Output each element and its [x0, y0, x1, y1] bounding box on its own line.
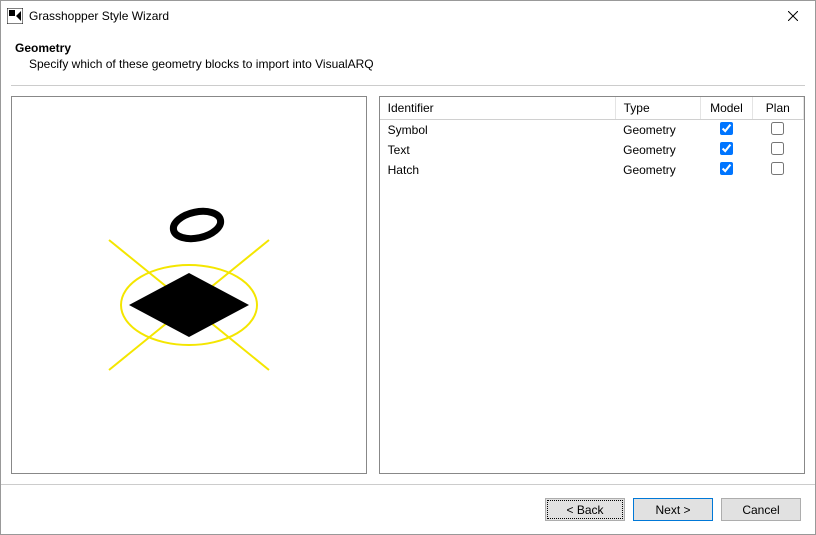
- cell-identifier: Symbol: [380, 120, 615, 141]
- table-header-row: Identifier Type Model Plan: [380, 97, 804, 120]
- header: Geometry Specify which of these geometry…: [1, 31, 815, 81]
- cell-type: Geometry: [615, 120, 701, 141]
- preview-graphic: [12, 97, 366, 473]
- table-row: Text Geometry: [380, 140, 804, 160]
- page-subtitle: Specify which of these geometry blocks t…: [15, 57, 799, 71]
- page-title: Geometry: [15, 41, 799, 55]
- content-area: Identifier Type Model Plan Symbol Geomet…: [1, 86, 815, 474]
- cell-type: Geometry: [615, 160, 701, 180]
- table-row: Hatch Geometry: [380, 160, 804, 180]
- cell-type: Geometry: [615, 140, 701, 160]
- col-identifier[interactable]: Identifier: [380, 97, 615, 120]
- checkbox-plan[interactable]: [771, 122, 784, 135]
- checkbox-plan[interactable]: [771, 142, 784, 155]
- cancel-button[interactable]: Cancel: [721, 498, 801, 521]
- checkbox-model[interactable]: [720, 122, 733, 135]
- geometry-table-pane: Identifier Type Model Plan Symbol Geomet…: [379, 96, 805, 474]
- preview-pane: [11, 96, 367, 474]
- checkbox-model[interactable]: [720, 162, 733, 175]
- table-row: Symbol Geometry: [380, 120, 804, 141]
- next-button[interactable]: Next >: [633, 498, 713, 521]
- footer: < Back Next > Cancel: [1, 484, 815, 534]
- titlebar: Grasshopper Style Wizard: [1, 1, 815, 31]
- wizard-window: Grasshopper Style Wizard Geometry Specif…: [0, 0, 816, 535]
- app-icon: [7, 8, 23, 24]
- cell-identifier: Text: [380, 140, 615, 160]
- checkbox-plan[interactable]: [771, 162, 784, 175]
- geometry-table: Identifier Type Model Plan Symbol Geomet…: [380, 97, 804, 180]
- close-icon: [788, 11, 798, 21]
- checkbox-model[interactable]: [720, 142, 733, 155]
- window-title: Grasshopper Style Wizard: [29, 9, 773, 23]
- col-plan[interactable]: Plan: [752, 97, 803, 120]
- back-button[interactable]: < Back: [545, 498, 625, 521]
- col-model[interactable]: Model: [701, 97, 752, 120]
- col-type[interactable]: Type: [615, 97, 701, 120]
- close-button[interactable]: [773, 2, 813, 30]
- cell-identifier: Hatch: [380, 160, 615, 180]
